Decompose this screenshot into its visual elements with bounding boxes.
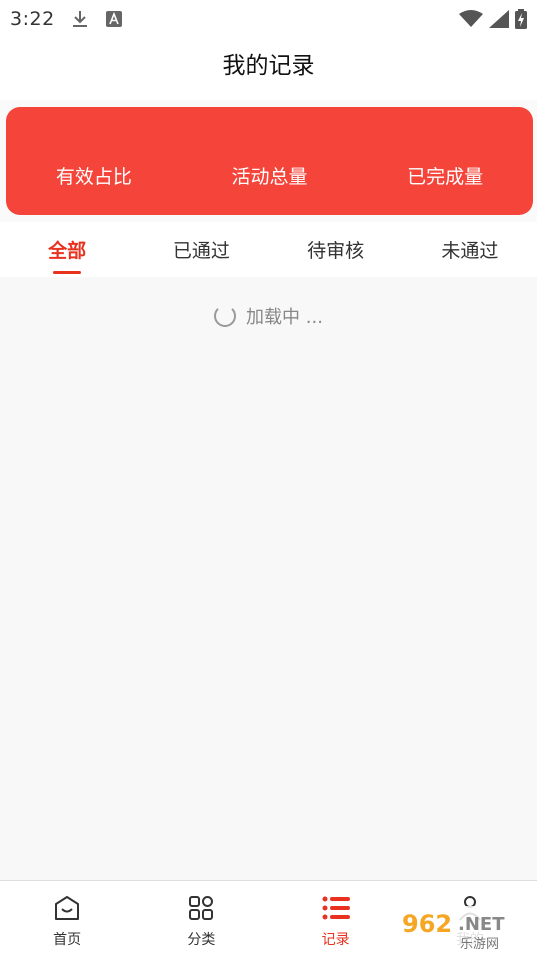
- page-title: 我的记录: [222, 53, 315, 79]
- nav-label: 记录: [321, 932, 350, 948]
- tab-approved[interactable]: 已通过: [134, 222, 268, 277]
- nav-item-home[interactable]: 首页: [0, 881, 134, 949]
- filter-tabs: 全部 已通过 待审核 未通过: [0, 222, 537, 277]
- status-right: [459, 9, 527, 29]
- status-bar: 3:22: [0, 0, 537, 38]
- spinner-icon: [214, 305, 237, 327]
- font-a-icon: [105, 10, 123, 28]
- stat-total-activities: 活动总量: [183, 162, 357, 189]
- tab-pending[interactable]: 待审核: [269, 222, 403, 277]
- tab-rejected[interactable]: 未通过: [403, 222, 537, 277]
- battery-charging-icon: [515, 9, 527, 29]
- stat-label: 已完成量: [407, 166, 484, 188]
- status-time: 3:22: [10, 8, 55, 30]
- list-icon: [322, 895, 350, 925]
- svg-text:乐游网: 乐游网: [460, 937, 499, 952]
- nav-item-records[interactable]: 记录: [269, 881, 403, 949]
- svg-text:.NET: .NET: [458, 914, 505, 935]
- records-list[interactable]: 加载中 ...: [0, 277, 537, 881]
- loading-indicator: 加载中 ...: [0, 303, 537, 329]
- nav-item-category[interactable]: 分类: [134, 881, 268, 949]
- nav-label: 分类: [187, 932, 216, 948]
- signal-icon: [489, 10, 509, 28]
- stat-label: 有效占比: [55, 166, 132, 188]
- nav-label: 首页: [53, 932, 82, 948]
- download-icon: [71, 9, 89, 29]
- wifi-icon: [459, 10, 483, 28]
- loading-text: 加载中 ...: [246, 307, 323, 328]
- grid-icon: [187, 895, 215, 925]
- stat-valid-ratio: 有效占比: [7, 162, 181, 189]
- watermark-logo: 962 .NET 乐游网: [398, 906, 530, 952]
- home-icon: [53, 895, 81, 925]
- tab-all[interactable]: 全部: [0, 222, 134, 277]
- status-left: 3:22: [10, 8, 123, 30]
- svg-text:962: 962: [402, 910, 452, 938]
- stats-card: 有效占比 活动总量 已完成量: [6, 107, 533, 215]
- stat-label: 活动总量: [231, 166, 308, 188]
- stat-completed: 已完成量: [358, 162, 532, 189]
